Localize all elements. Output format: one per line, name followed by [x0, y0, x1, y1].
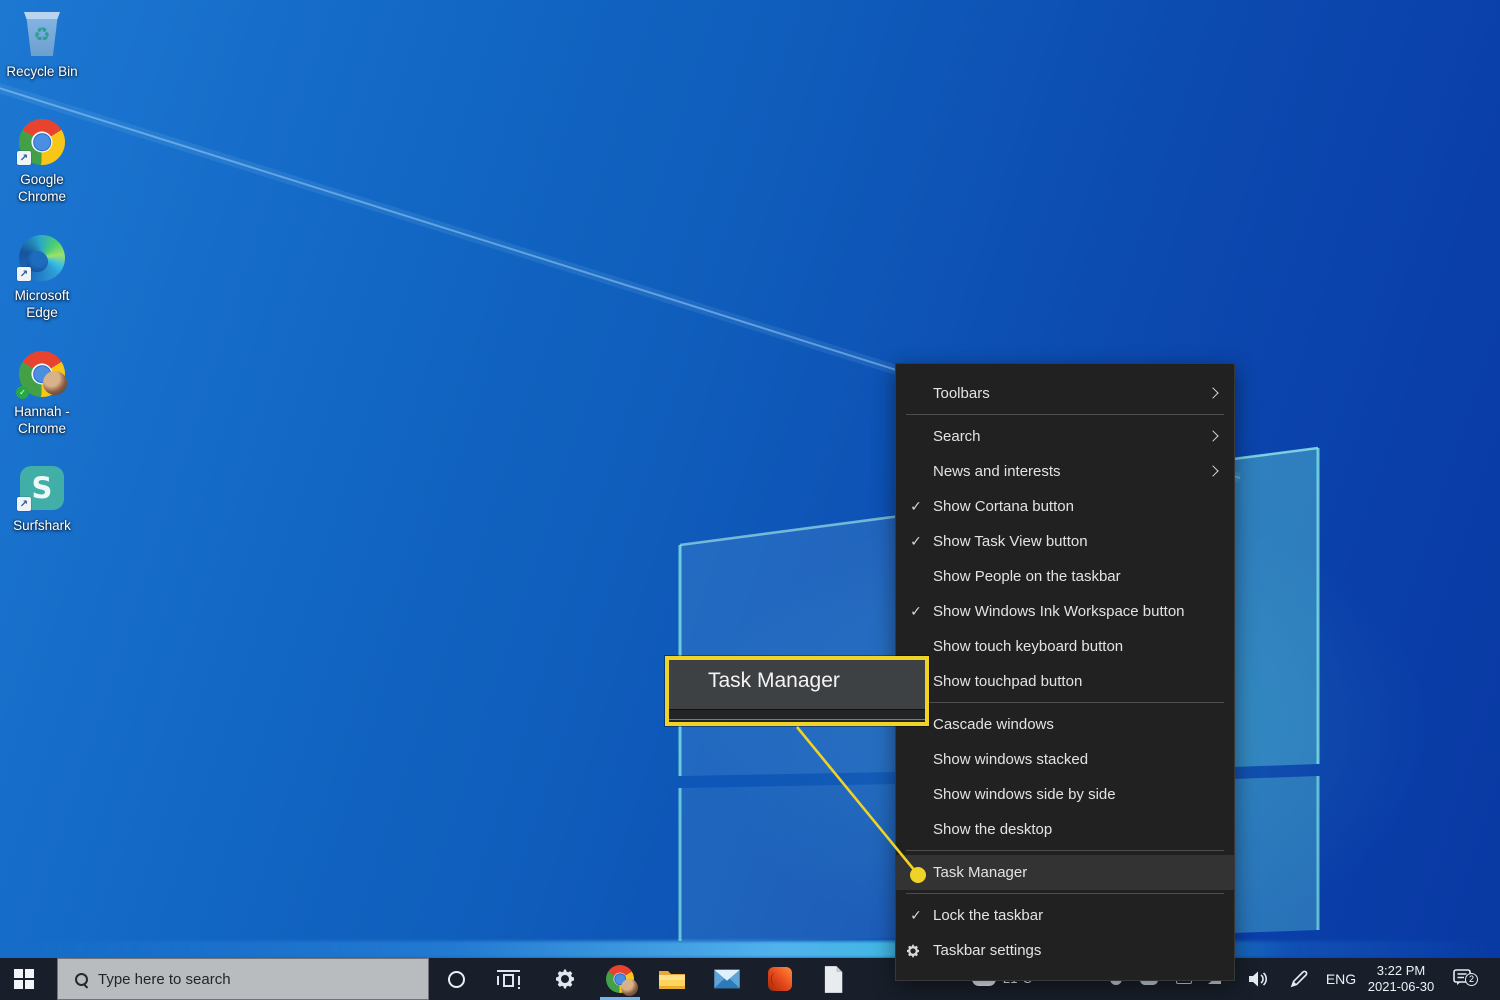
desktop-icon-microsoft-edge[interactable]: ↗ Microsoft Edge [0, 234, 84, 321]
menu-item-search[interactable]: Search [896, 419, 1234, 454]
sync-check-icon: ✓ [16, 386, 29, 399]
file-explorer-button[interactable] [648, 958, 696, 1000]
chrome-taskbar-button[interactable] [596, 958, 644, 1000]
taskbar-clock[interactable]: 3:22 PM 2021-06-30 [1362, 958, 1440, 1000]
chrome-icon: ↗ [17, 118, 66, 166]
checkmark-icon: ✓ [910, 498, 922, 514]
gear-icon [556, 969, 574, 989]
menu-separator [896, 411, 1234, 419]
menu-item-show-windows-side-by-side[interactable]: Show windows side by side [896, 777, 1234, 812]
chrome-profile-badge [621, 979, 638, 996]
windows-logo-icon [14, 969, 34, 989]
checkmark-icon: ✓ [910, 603, 922, 619]
menu-separator [896, 699, 1234, 707]
document-icon [824, 965, 843, 993]
menu-item-lock-the-taskbar[interactable]: ✓ Lock the taskbar [896, 898, 1234, 933]
gear-icon [905, 943, 921, 959]
document-button[interactable] [809, 958, 857, 1000]
volume-button[interactable] [1244, 958, 1274, 1000]
menu-item-show-touch-keyboard[interactable]: Show touch keyboard button [896, 629, 1234, 664]
cortana-button[interactable] [432, 958, 480, 1000]
menu-item-show-task-view-button[interactable]: ✓ Show Task View button [896, 524, 1234, 559]
callout-screenshot-strip [669, 709, 925, 722]
windows-desktop: ♻ Recycle Bin ↗ Google Chrome ↗ Microsof… [0, 0, 1500, 1000]
submenu-chevron-icon [1207, 464, 1219, 477]
task-view-button[interactable] [484, 958, 532, 1000]
settings-button[interactable] [541, 958, 589, 1000]
cortana-icon [447, 970, 465, 988]
mail-icon [714, 969, 740, 989]
desktop-icon-surfshark[interactable]: S ↗ Surfshark [0, 464, 84, 534]
language-code: ENG [1325, 971, 1357, 987]
start-button[interactable] [0, 958, 48, 1000]
callout-label: Task Manager [708, 668, 840, 692]
menu-item-show-windows-ink[interactable]: ✓ Show Windows Ink Workspace button [896, 594, 1234, 629]
task-view-icon [496, 969, 520, 989]
menu-item-news-and-interests[interactable]: News and interests [896, 454, 1234, 489]
menu-item-show-windows-stacked[interactable]: Show windows stacked [896, 742, 1234, 777]
shortcut-arrow-icon: ↗ [17, 497, 31, 511]
desktop-wallpaper [0, 0, 1500, 1000]
edge-icon: ↗ [17, 234, 66, 282]
search-icon [75, 972, 88, 986]
checkmark-icon: ✓ [910, 907, 922, 923]
menu-item-show-the-desktop[interactable]: Show the desktop [896, 812, 1234, 847]
menu-item-show-people[interactable]: Show People on the taskbar [896, 559, 1234, 594]
mail-button[interactable] [703, 958, 751, 1000]
shortcut-arrow-icon: ↗ [17, 267, 31, 281]
desktop-icon-label: Recycle Bin [6, 64, 78, 79]
speaker-icon [1249, 971, 1268, 987]
file-explorer-icon [659, 971, 685, 989]
menu-separator [896, 847, 1234, 855]
menu-item-task-manager[interactable]: Task Manager [896, 855, 1234, 890]
windows-ink-button[interactable] [1284, 958, 1314, 1000]
taskbar: Type here to search ENG 3:22 PM 2021-06-… [0, 958, 1500, 1000]
clock-date: 2021-06-30 [1367, 979, 1435, 994]
taskbar-context-menu: Toolbars Search News and interests ✓ Sho… [895, 363, 1235, 981]
surfshark-icon: S ↗ [17, 464, 66, 512]
taskbar-search[interactable]: Type here to search [57, 958, 429, 1000]
menu-item-taskbar-settings[interactable]: Taskbar settings [896, 933, 1234, 968]
profile-photo [43, 371, 67, 395]
task-manager-callout: Task Manager [665, 656, 929, 726]
desktop-icon-label: Google Chrome [17, 172, 66, 204]
office-button[interactable] [756, 958, 804, 1000]
checkmark-icon: ✓ [910, 533, 922, 549]
menu-item-toolbars[interactable]: Toolbars [896, 376, 1234, 411]
menu-item-show-touchpad[interactable]: Show touchpad button [896, 664, 1234, 699]
desktop-icon-google-chrome[interactable]: ↗ Google Chrome [0, 118, 84, 205]
pen-icon [1290, 970, 1308, 988]
search-placeholder: Type here to search [98, 970, 231, 988]
menu-item-show-cortana-button[interactable]: ✓ Show Cortana button [896, 489, 1234, 524]
chrome-icon [605, 964, 638, 996]
desktop-icon-recycle-bin[interactable]: ♻ Recycle Bin [0, 10, 84, 80]
submenu-chevron-icon [1207, 429, 1219, 442]
desktop-icon-label: Hannah - Chrome [14, 404, 70, 436]
chrome-profile-icon: ✓ [16, 350, 67, 399]
wallpaper-horizon-glow [0, 941, 1500, 958]
desktop-icon-label: Microsoft Edge [14, 288, 70, 320]
menu-item-cascade-windows[interactable]: Cascade windows [896, 707, 1234, 742]
action-center-button[interactable]: 2 [1444, 958, 1484, 1000]
shortcut-arrow-icon: ↗ [17, 151, 31, 165]
clock-time: 3:22 PM [1376, 963, 1426, 978]
recycle-bin-icon: ♻ [18, 10, 66, 58]
office-icon [768, 967, 792, 991]
desktop-icon-label: Surfshark [13, 518, 71, 533]
menu-separator [896, 890, 1234, 898]
notification-count-badge: 2 [1465, 973, 1478, 986]
desktop-icon-hannah-chrome[interactable]: ✓ Hannah - Chrome [0, 350, 84, 437]
language-indicator[interactable]: ENG [1320, 958, 1362, 1000]
submenu-chevron-icon [1207, 386, 1219, 399]
